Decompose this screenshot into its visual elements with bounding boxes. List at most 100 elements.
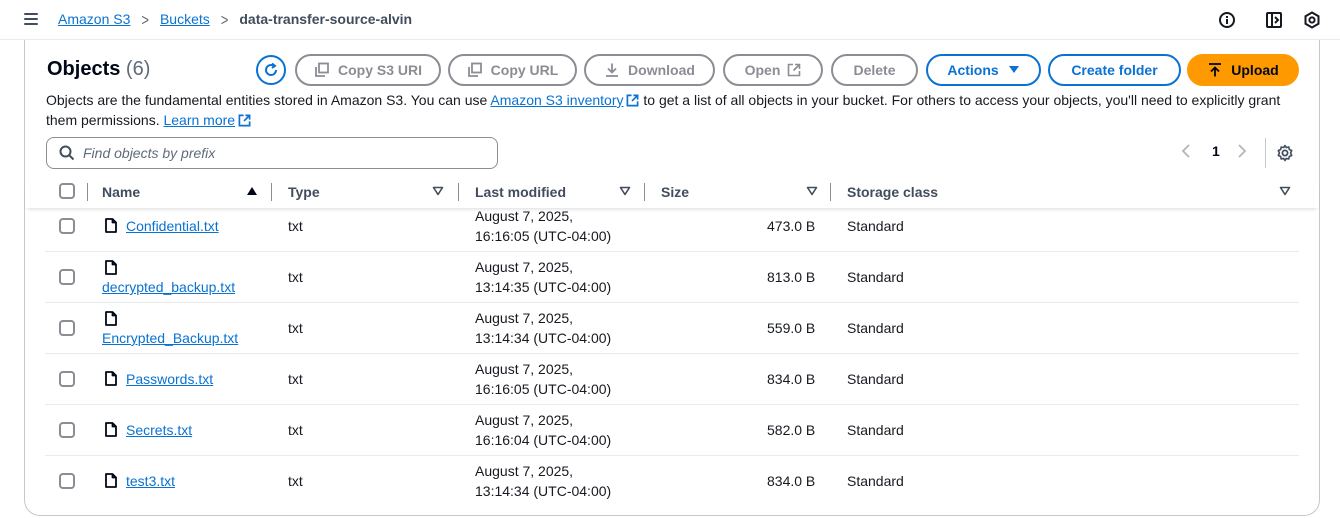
object-type: txt <box>288 473 303 489</box>
row-checkbox[interactable] <box>59 269 75 285</box>
sort-ascending-icon[interactable] <box>246 186 258 196</box>
object-size: 834.0 B <box>767 371 816 387</box>
breadcrumb: Amazon S3 > Buckets > data-transfer-sour… <box>58 9 413 29</box>
copy-url-label: Copy URL <box>490 62 559 78</box>
create-folder-button[interactable]: Create folder <box>1048 54 1181 86</box>
object-storage-class: Standard <box>847 473 904 489</box>
menu-icon[interactable] <box>24 13 38 25</box>
column-header-storage-class[interactable]: Storage class <box>847 184 938 200</box>
refresh-icon <box>265 62 278 76</box>
download-button[interactable]: Download <box>584 54 715 86</box>
object-modified-date: August 7, 2025, <box>475 463 574 479</box>
column-header-name[interactable]: Name <box>102 184 140 200</box>
upload-button[interactable]: Upload <box>1187 54 1299 86</box>
page-title: Objects (6) <box>47 58 150 81</box>
chevron-right-icon: > <box>220 9 229 29</box>
row-checkbox[interactable] <box>59 422 75 438</box>
side-panel-icon[interactable] <box>1265 11 1283 29</box>
column-header-last-modified[interactable]: Last modified <box>475 184 566 200</box>
objects-panel: Objects (6) Copy S3 URI Copy URL Downloa… <box>24 40 1320 516</box>
delete-button[interactable]: Delete <box>831 54 918 86</box>
sort-icon[interactable] <box>1279 186 1291 196</box>
object-name-link[interactable]: Secrets.txt <box>126 420 192 440</box>
breadcrumb-amazon-s3[interactable]: Amazon S3 <box>58 11 130 27</box>
file-icon <box>105 311 117 326</box>
refresh-button[interactable] <box>256 55 286 85</box>
object-size: 813.0 B <box>767 269 816 285</box>
page-number[interactable]: 1 <box>1212 143 1220 159</box>
object-storage-class: Standard <box>847 320 904 336</box>
object-storage-class: Standard <box>847 269 904 285</box>
sort-icon[interactable] <box>619 186 631 196</box>
object-modified-time: 16:16:05 (UTC-04:00) <box>475 381 612 397</box>
file-icon <box>105 218 117 233</box>
copy-s3-uri-button[interactable]: Copy S3 URI <box>295 54 441 86</box>
object-type: txt <box>288 320 303 336</box>
object-name-link[interactable]: test3.txt <box>126 471 175 491</box>
object-modified-date: August 7, 2025, <box>475 310 574 326</box>
select-all-checkbox[interactable] <box>59 183 75 199</box>
object-type: txt <box>288 371 303 387</box>
object-name-link[interactable]: Confidential.txt <box>126 216 219 236</box>
cloud-shell-icon[interactable] <box>1303 11 1321 29</box>
table-row: Secrets.txt txt August 7, 2025, 16:16:04… <box>45 405 1299 456</box>
table-row: Passwords.txt txt August 7, 2025, 16:16:… <box>45 354 1299 405</box>
file-icon <box>105 371 117 386</box>
object-modified-date: August 7, 2025, <box>475 259 574 275</box>
create-folder-label: Create folder <box>1071 62 1158 78</box>
sort-icon[interactable] <box>432 186 444 196</box>
objects-count: (6) <box>125 58 151 80</box>
objects-heading: Objects <box>47 58 121 80</box>
object-modified-time: 16:16:05 (UTC-04:00) <box>475 228 612 244</box>
file-icon <box>105 422 117 437</box>
actions-button[interactable]: Actions <box>926 54 1041 86</box>
learn-more-link[interactable]: Learn more <box>163 112 235 128</box>
search-box <box>46 137 498 169</box>
previous-page-icon[interactable] <box>1181 143 1191 159</box>
object-size: 559.0 B <box>767 320 816 336</box>
search-input[interactable] <box>83 145 483 161</box>
copy-url-button[interactable]: Copy URL <box>448 54 577 86</box>
object-type: txt <box>288 422 303 438</box>
column-divider <box>458 183 459 201</box>
breadcrumb-current: data-transfer-source-alvin <box>239 11 413 27</box>
row-checkbox[interactable] <box>59 320 75 336</box>
column-divider <box>644 183 645 201</box>
actions-label: Actions <box>947 62 999 78</box>
object-size: 582.0 B <box>767 422 816 438</box>
object-modified-time: 13:14:34 (UTC-04:00) <box>475 483 612 499</box>
object-modified-date: August 7, 2025, <box>475 361 574 377</box>
object-name-link[interactable]: Passwords.txt <box>126 369 213 389</box>
object-storage-class: Standard <box>847 218 904 234</box>
object-storage-class: Standard <box>847 422 904 438</box>
copy-icon <box>467 62 482 77</box>
column-header-type[interactable]: Type <box>288 184 320 200</box>
row-checkbox[interactable] <box>59 473 75 489</box>
delete-label: Delete <box>853 62 896 78</box>
inventory-link[interactable]: Amazon S3 inventory <box>490 92 623 108</box>
table-row: test3.txt txt August 7, 2025, 13:14:34 (… <box>45 456 1299 507</box>
object-name-link[interactable]: decrypted_backup.txt <box>102 277 235 297</box>
open-button[interactable]: Open <box>723 54 823 86</box>
column-header-size[interactable]: Size <box>661 184 689 200</box>
table-row: Encrypted_Backup.txt txt August 7, 2025,… <box>45 303 1299 354</box>
gear-icon[interactable] <box>1276 144 1294 162</box>
table-row: decrypted_backup.txt txt August 7, 2025,… <box>45 252 1299 303</box>
external-link-icon <box>627 94 639 107</box>
breadcrumb-buckets[interactable]: Buckets <box>160 11 210 27</box>
column-divider <box>271 183 272 201</box>
row-checkbox[interactable] <box>59 371 75 387</box>
object-modified-date: August 7, 2025, <box>475 208 574 224</box>
object-name-link[interactable]: Encrypted_Backup.txt <box>102 328 238 348</box>
chevron-right-icon: > <box>141 9 149 29</box>
object-modified-time: 13:14:34 (UTC-04:00) <box>475 330 612 346</box>
description-text: Objects are the fundamental entities sto… <box>46 92 491 108</box>
row-checkbox[interactable] <box>59 218 75 234</box>
sort-icon[interactable] <box>806 186 818 196</box>
info-icon[interactable] <box>1218 11 1236 29</box>
object-type: txt <box>288 269 303 285</box>
next-page-icon[interactable] <box>1237 143 1247 159</box>
object-size: 473.0 B <box>767 218 816 234</box>
copy-icon <box>315 62 329 77</box>
object-modified-time: 16:16:04 (UTC-04:00) <box>475 432 612 448</box>
